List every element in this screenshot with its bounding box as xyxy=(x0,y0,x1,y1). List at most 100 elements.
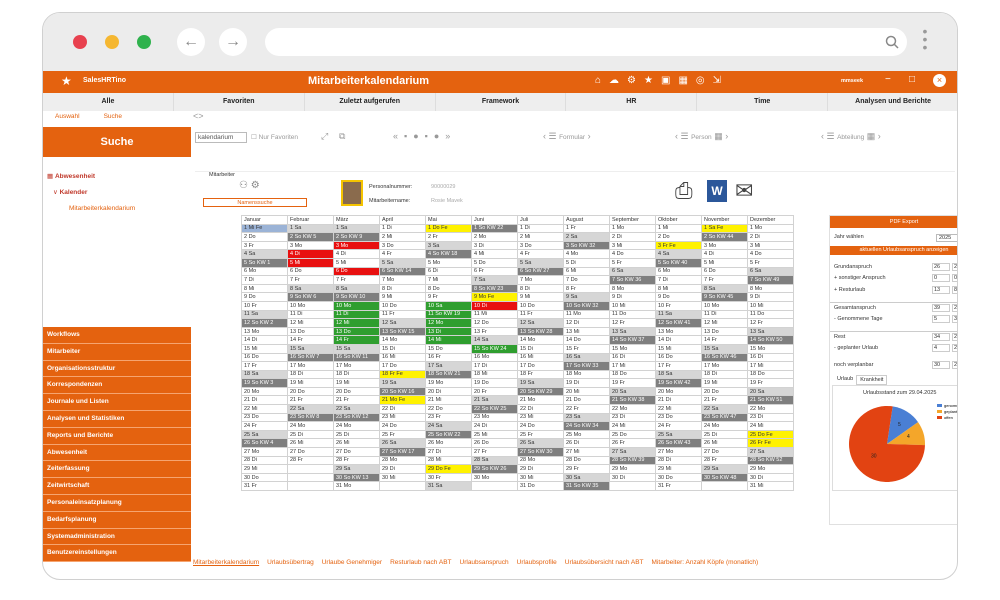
employee-search-icon[interactable]: ⚇ ⚙ xyxy=(239,180,260,191)
day-cell[interactable]: 5 Do xyxy=(471,257,518,268)
day-cell[interactable]: 18 Mo xyxy=(563,369,610,380)
day-cell[interactable]: 10 Fr xyxy=(655,300,702,311)
day-cell[interactable]: 11 Fr xyxy=(517,309,564,320)
day-cell[interactable]: 6 Mo xyxy=(241,266,288,277)
module-item[interactable]: Systemadministration xyxy=(43,528,191,546)
day-cell[interactable]: 17 Mi xyxy=(609,361,656,371)
day-cell[interactable]: 10 Fr xyxy=(241,300,288,311)
day-cell[interactable]: 15 Di xyxy=(379,343,426,354)
day-cell[interactable]: 25 So KW 22 xyxy=(425,429,472,440)
day-cell[interactable]: 5 So KW 40 xyxy=(655,257,702,268)
day-cell[interactable]: 29 Fr xyxy=(563,464,610,474)
day-cell[interactable]: 25 Mi xyxy=(471,429,518,440)
day-cell[interactable]: 30 So KW 13 xyxy=(333,472,380,483)
day-cell[interactable]: 4 Do xyxy=(609,249,656,259)
day-cell[interactable]: 14 Fr xyxy=(287,335,334,345)
day-cell[interactable]: 21 So KW 38 xyxy=(609,395,656,406)
day-cell[interactable]: 4 Do xyxy=(747,249,794,259)
day-cell[interactable]: 20 Mo xyxy=(655,386,702,397)
day-cell[interactable]: 25 Di xyxy=(333,429,380,440)
day-cell[interactable] xyxy=(287,464,334,474)
day-cell[interactable]: 25 Fr xyxy=(517,429,564,440)
day-cell[interactable]: 3 Mi xyxy=(609,240,656,251)
day-cell[interactable]: 17 Mo xyxy=(333,361,380,371)
menu-favorites[interactable]: Favoriten xyxy=(174,93,305,111)
day-cell[interactable]: 19 Mi xyxy=(701,378,748,388)
day-cell[interactable]: 3 Mo xyxy=(287,240,334,251)
department-nav[interactable]: ‹ ☰ Abteilung ▦ › xyxy=(821,131,881,142)
day-cell[interactable]: 14 Do xyxy=(563,335,610,345)
day-cell[interactable]: 13 Do xyxy=(701,326,748,337)
day-cell[interactable]: 31 Mo xyxy=(333,481,380,491)
day-cell[interactable]: 11 Sa xyxy=(241,309,288,320)
day-cell[interactable]: 27 Do xyxy=(701,447,748,457)
day-cell[interactable]: 5 Di xyxy=(563,257,610,268)
day-cell[interactable]: 4 So KW 18 xyxy=(425,249,472,259)
day-cell[interactable]: 11 Fr xyxy=(379,309,426,320)
day-cell[interactable]: 8 Mi xyxy=(241,283,288,294)
day-cell[interactable]: 9 Sa xyxy=(563,292,610,302)
day-cell[interactable]: 11 Mi xyxy=(471,309,518,320)
day-cell[interactable]: 24 Fr xyxy=(241,421,288,431)
day-cell[interactable]: 20 Di xyxy=(425,386,472,397)
day-cell[interactable]: 20 Do xyxy=(287,386,334,397)
day-cell[interactable]: 4 Mo xyxy=(563,249,610,259)
window-minimize-icon[interactable]: − xyxy=(885,74,891,85)
day-cell[interactable]: 21 Di xyxy=(241,395,288,406)
day-cell[interactable]: 22 Mi xyxy=(241,404,288,414)
day-cell[interactable]: 17 Mo xyxy=(287,361,334,371)
day-cell[interactable]: 8 Sa xyxy=(287,283,334,294)
day-cell[interactable]: 6 Mo xyxy=(655,266,702,277)
day-cell[interactable]: 1 Di xyxy=(517,223,564,234)
day-cell[interactable]: 1 Mi xyxy=(655,223,702,234)
day-cell[interactable]: 21 Mo xyxy=(517,395,564,406)
day-cell[interactable]: 24 Mo xyxy=(287,421,334,431)
day-cell[interactable]: 10 Sa xyxy=(425,300,472,311)
report-link[interactable]: Urlaubsprofile xyxy=(517,559,557,573)
day-cell[interactable]: 1 Do Fe xyxy=(425,223,472,234)
day-cell[interactable]: 6 Mi xyxy=(563,266,610,277)
day-cell[interactable]: 30 Do xyxy=(241,472,288,483)
menu-hr[interactable]: HR xyxy=(566,93,698,111)
day-cell[interactable]: 3 Do xyxy=(379,240,426,251)
day-cell[interactable]: 7 Do xyxy=(563,275,610,285)
day-cell[interactable]: 5 Mo xyxy=(425,257,472,268)
day-cell[interactable]: 29 Mi xyxy=(241,464,288,474)
tab-sickness[interactable]: Krankheit xyxy=(856,375,888,385)
day-cell[interactable]: 17 Di xyxy=(471,361,518,371)
module-item[interactable]: Organisationsstruktur xyxy=(43,360,191,378)
day-cell[interactable]: 25 Fr xyxy=(379,429,426,440)
day-cell[interactable]: 22 Fr xyxy=(563,404,610,414)
day-cell[interactable]: 5 Fr xyxy=(747,257,794,268)
day-cell[interactable]: 2 So KW 9 xyxy=(333,232,380,242)
day-cell[interactable]: 13 Sa xyxy=(609,326,656,337)
day-cell[interactable]: 29 Sa xyxy=(333,464,380,474)
calendar-icon[interactable]: ▦ xyxy=(678,75,687,86)
day-cell[interactable]: 29 So KW 26 xyxy=(471,464,518,474)
day-cell[interactable]: 11 So KW 19 xyxy=(425,309,472,320)
day-cell[interactable]: 19 Mi xyxy=(333,378,380,388)
day-cell[interactable]: 9 Di xyxy=(747,292,794,302)
day-cell[interactable]: 19 Mi xyxy=(287,378,334,388)
day-cell[interactable]: 9 Do xyxy=(655,292,702,302)
day-cell[interactable]: 22 Do xyxy=(425,404,472,414)
day-cell[interactable]: 27 So KW 30 xyxy=(517,447,564,457)
day-cell[interactable]: 9 So KW 6 xyxy=(287,292,334,302)
window-close-icon[interactable]: × xyxy=(933,74,946,87)
day-cell[interactable]: 3 Mi xyxy=(747,240,794,251)
day-cell[interactable]: 10 Mi xyxy=(609,300,656,311)
day-cell[interactable]: 20 Mo xyxy=(241,386,288,397)
day-cell[interactable]: 8 Di xyxy=(379,283,426,294)
gear-icon[interactable]: ⚙ xyxy=(627,75,636,86)
day-cell[interactable]: 10 Mo xyxy=(333,300,380,311)
day-cell[interactable]: 4 Fr xyxy=(517,249,564,259)
module-item[interactable]: Mitarbeiter xyxy=(43,343,191,361)
day-cell[interactable]: 12 Sa xyxy=(379,318,426,328)
day-cell[interactable]: 24 Mi xyxy=(609,421,656,431)
day-cell[interactable]: 26 Sa xyxy=(379,438,426,449)
day-cell[interactable]: 16 Do xyxy=(241,352,288,363)
day-cell[interactable]: 30 So KW 48 xyxy=(701,472,748,483)
day-cell[interactable]: 22 Sa xyxy=(333,404,380,414)
search-header[interactable]: Suche xyxy=(43,127,191,157)
day-cell[interactable]: 16 Di xyxy=(747,352,794,363)
